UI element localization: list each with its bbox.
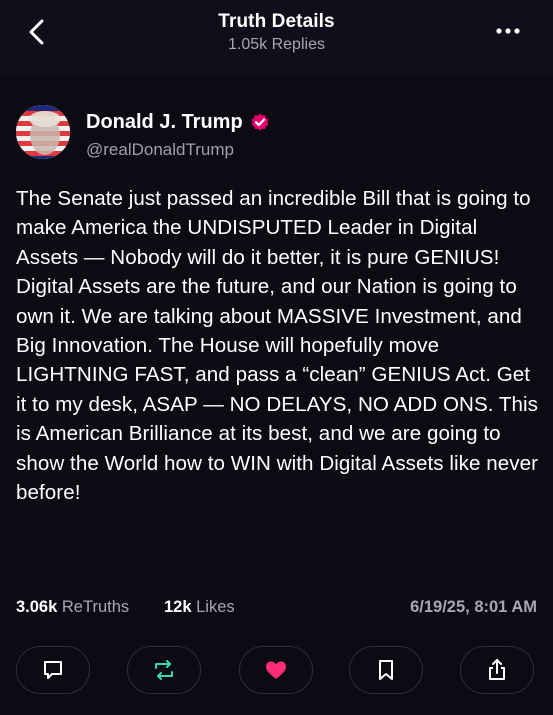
author-handle[interactable]: @realDonaldTrump bbox=[86, 140, 234, 160]
like-button[interactable] bbox=[239, 646, 313, 694]
bookmark-icon bbox=[379, 660, 393, 680]
author-name[interactable]: Donald J. Trump bbox=[86, 111, 270, 134]
post-timestamp: 6/19/25, 8:01 AM bbox=[410, 598, 537, 616]
share-icon bbox=[489, 659, 505, 680]
retruths-stat[interactable]: 3.06k ReTruths bbox=[16, 598, 129, 617]
verified-badge-icon bbox=[251, 113, 269, 131]
author-name-text: Donald J. Trump bbox=[86, 111, 243, 133]
more-options-button[interactable] bbox=[495, 24, 521, 38]
action-bar bbox=[0, 646, 553, 698]
retruths-label: ReTruths bbox=[61, 598, 130, 616]
likes-stat[interactable]: 12k Likes bbox=[164, 598, 235, 617]
retruths-count: 3.06k bbox=[16, 598, 58, 616]
post-stats: 3.06k ReTruths 12k Likes 6/19/25, 8:01 A… bbox=[16, 598, 537, 620]
retruth-button[interactable] bbox=[127, 646, 201, 694]
post-body: The Senate just passed an incredible Bil… bbox=[16, 187, 539, 505]
bookmark-button[interactable] bbox=[349, 646, 423, 694]
avatar-image bbox=[16, 105, 70, 159]
comment-icon bbox=[44, 661, 62, 679]
heart-icon bbox=[266, 661, 286, 679]
likes-count: 12k bbox=[164, 598, 192, 616]
share-button[interactable] bbox=[460, 646, 534, 694]
top-bar: Truth Details 1.05k Replies bbox=[0, 0, 553, 74]
reply-button[interactable] bbox=[16, 646, 90, 694]
likes-label: Likes bbox=[196, 598, 235, 616]
reply-count: 1.05k Replies bbox=[228, 36, 325, 53]
retruth-icon bbox=[155, 660, 173, 680]
page-title: Truth Details bbox=[218, 11, 335, 32]
more-dots-icon bbox=[496, 28, 520, 34]
avatar[interactable] bbox=[16, 105, 70, 159]
